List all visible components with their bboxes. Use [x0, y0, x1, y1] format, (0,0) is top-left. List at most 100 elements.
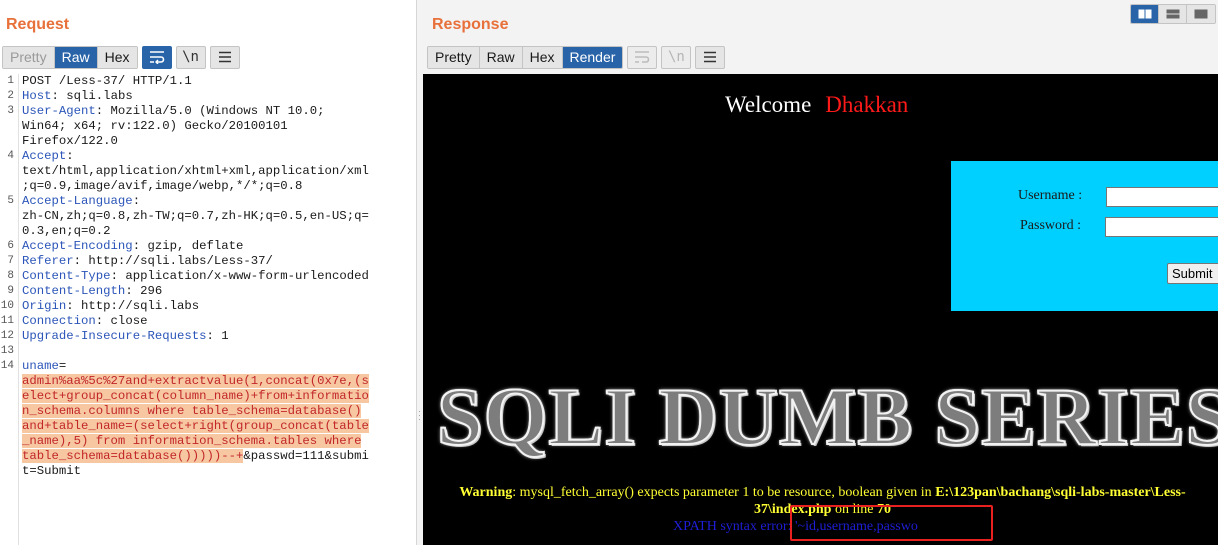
line-number [0, 449, 19, 464]
code-line: table_schema=database()))))--+&passwd=11… [0, 449, 416, 464]
header-name: User-Agent [22, 104, 96, 118]
annotation-highlight-box [790, 505, 993, 541]
request-tab-hex[interactable]: Hex [97, 46, 137, 68]
code-line: text/html,application/xhtml+xml,applicat… [0, 164, 416, 179]
username-input[interactable] [1106, 187, 1218, 207]
code-line: 14 uname= [0, 359, 416, 374]
hamburger-menu-icon[interactable] [209, 45, 240, 69]
code-line: t=Submit [0, 464, 416, 479]
request-tab-raw[interactable]: Raw [54, 46, 98, 68]
line-number: 13 [0, 345, 14, 357]
line-segment: ;q=0.9,image/avif,image/webp,*/*;q=0.8 [22, 179, 303, 193]
header-name: Origin [22, 299, 67, 313]
request-toolbar: Pretty Raw Hex \n [2, 45, 240, 69]
code-line: Win64; x64; rv:122.0) Gecko/20100101 [0, 119, 416, 134]
code-line: 12 Upgrade-Insecure-Requests: 1 [0, 329, 416, 344]
code-line: 0.3,en;q=0.2 [0, 224, 416, 239]
code-line: ;q=0.9,image/avif,image/webp,*/*;q=0.8 [0, 179, 416, 194]
newline-icon[interactable]: \n [661, 45, 692, 69]
password-input[interactable] [1105, 217, 1218, 237]
line-number: 6 [7, 240, 14, 252]
line-segment: Win64; x64; rv:122.0) Gecko/20100101 [22, 119, 288, 133]
code-line: 4 Accept: [0, 149, 416, 164]
line-text: _name),5) from information_schema.tables… [19, 434, 416, 449]
line-segment: : http://sqli.labs/Less-37/ [73, 254, 273, 268]
param-name: uname [22, 359, 59, 373]
line-segment: : [132, 194, 141, 208]
line-text: Host: sqli.labs [19, 89, 416, 104]
splitter-grip-icon[interactable]: · · · [418, 407, 422, 424]
line-segment: : close [95, 314, 148, 328]
line-text: n_schema.columns where table_schema=data… [19, 404, 416, 419]
line-text: Connection: close [19, 314, 416, 329]
welcome-text: Welcome [725, 92, 812, 117]
layout-switch [1130, 4, 1216, 24]
line-number [0, 179, 19, 194]
response-toolbar: Pretty Raw Hex Render \n [427, 45, 726, 69]
word-wrap-icon[interactable] [141, 45, 172, 69]
request-tab-pretty[interactable]: Pretty [3, 46, 55, 68]
line-segment: : gzip, deflate [132, 239, 244, 253]
line-number [0, 119, 19, 134]
horizontal-layout-icon[interactable] [1159, 5, 1187, 23]
word-wrap-icon[interactable] [627, 45, 658, 69]
line-number: 10 [0, 300, 14, 312]
line-number: 12 [0, 330, 14, 342]
welcome-user-name: Dhakkan [825, 92, 909, 117]
login-form: Username : Password : Submit [951, 161, 1218, 311]
line-number [0, 389, 19, 404]
warning-message: : mysql_fetch_array() expects parameter … [512, 485, 936, 500]
line-text: elect+group_concat(column_name)+from+inf… [19, 389, 416, 404]
code-line: 13 [0, 344, 416, 359]
response-tab-pretty[interactable]: Pretty [428, 46, 480, 68]
request-editor[interactable]: 1 POST /Less-37/ HTTP/1.1 2 Host: sqli.labs… [0, 74, 416, 545]
line-segment: zh-CN,zh;q=0.8,zh-TW;q=0.7,zh-HK;q=0.5,e… [22, 209, 369, 223]
request-title: Request [6, 16, 70, 33]
request-pane: Request Pretty Raw Hex \n 1 POST /Less-37… [0, 0, 417, 545]
code-line: 7 Referer: http://sqli.labs/Less-37/ [0, 254, 416, 269]
line-number [0, 419, 19, 434]
line-segment: Firefox/122.0 [22, 134, 118, 148]
line-segment: : Mozilla/5.0 (Windows NT 10.0; [95, 104, 325, 118]
header-name: Accept [22, 149, 67, 163]
injected-payload: and+table_name=(select+right(group_conca… [22, 419, 369, 433]
header-name: Accept-Language [22, 194, 133, 208]
header-name: Connection [22, 314, 96, 328]
line-text: Accept-Language: [19, 194, 416, 209]
sqli-dumb-series-banner: SQLI DUMB SERIES [436, 371, 1218, 463]
line-number: 7 [7, 255, 14, 267]
line-number [0, 134, 19, 149]
response-tab-render[interactable]: Render [562, 46, 623, 68]
line-text: t=Submit [19, 464, 416, 479]
line-number: 11 [0, 315, 14, 327]
code-line: _name),5) from information_schema.tables… [0, 434, 416, 449]
hamburger-menu-icon[interactable] [695, 45, 726, 69]
username-label: Username : [1018, 188, 1083, 203]
code-line: and+table_name=(select+right(group_conca… [0, 419, 416, 434]
split-view-icon[interactable] [1131, 5, 1159, 23]
vertical-layout-icon[interactable] [1187, 5, 1215, 23]
line-text: User-Agent: Mozilla/5.0 (Windows NT 10.0… [19, 104, 416, 119]
line-segment: 0.3,en;q=0.2 [22, 224, 111, 238]
render-view: Welcome Dhakkan Username : Password : Sub… [423, 74, 1218, 545]
line-text: Accept-Encoding: gzip, deflate [19, 239, 416, 254]
line-text: text/html,application/xhtml+xml,applicat… [19, 164, 416, 179]
code-line: 11 Connection: close [0, 314, 416, 329]
line-number: 8 [7, 270, 14, 282]
line-number: 4 [7, 150, 14, 162]
newline-icon[interactable]: \n [175, 45, 206, 69]
code-line: 2 Host: sqli.labs [0, 89, 416, 104]
line-segment: : 1 [206, 329, 229, 343]
response-tab-hex[interactable]: Hex [522, 46, 563, 68]
line-segment: : sqli.labs [51, 89, 133, 103]
code-line: 6 Accept-Encoding: gzip, deflate [0, 239, 416, 254]
injected-payload: n_schema.columns where table_schema=data… [22, 404, 362, 418]
line-number [0, 224, 19, 239]
line-segment: &passwd=111&submi [243, 449, 369, 463]
response-tab-raw[interactable]: Raw [479, 46, 523, 68]
code-line: 1 POST /Less-37/ HTTP/1.1 [0, 74, 416, 89]
line-number [0, 404, 19, 419]
submit-button[interactable]: Submit [1167, 263, 1218, 284]
line-number: 3 [7, 105, 14, 117]
line-number [0, 434, 19, 449]
